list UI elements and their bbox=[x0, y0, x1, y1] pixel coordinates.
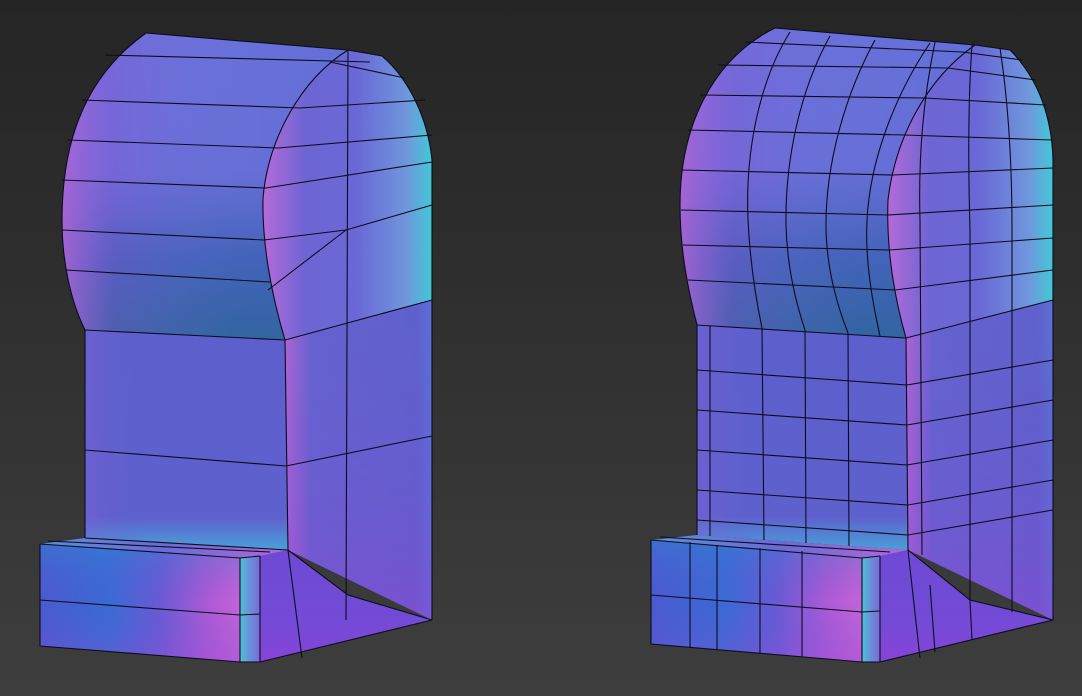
right-lower-front-shade bbox=[697, 325, 908, 550]
left-base-bevel-face bbox=[240, 556, 260, 662]
right-base-front-shade bbox=[651, 540, 862, 662]
viewport-canvas[interactable] bbox=[0, 0, 1082, 696]
3d-viewport[interactable] bbox=[0, 0, 1082, 696]
low-poly-model[interactable] bbox=[39, 32, 433, 663]
left-lower-front-shade bbox=[85, 330, 288, 550]
right-base-bevel-face bbox=[862, 556, 880, 662]
left-base-front-shade bbox=[40, 544, 240, 662]
subdivided-model[interactable] bbox=[650, 27, 1054, 663]
